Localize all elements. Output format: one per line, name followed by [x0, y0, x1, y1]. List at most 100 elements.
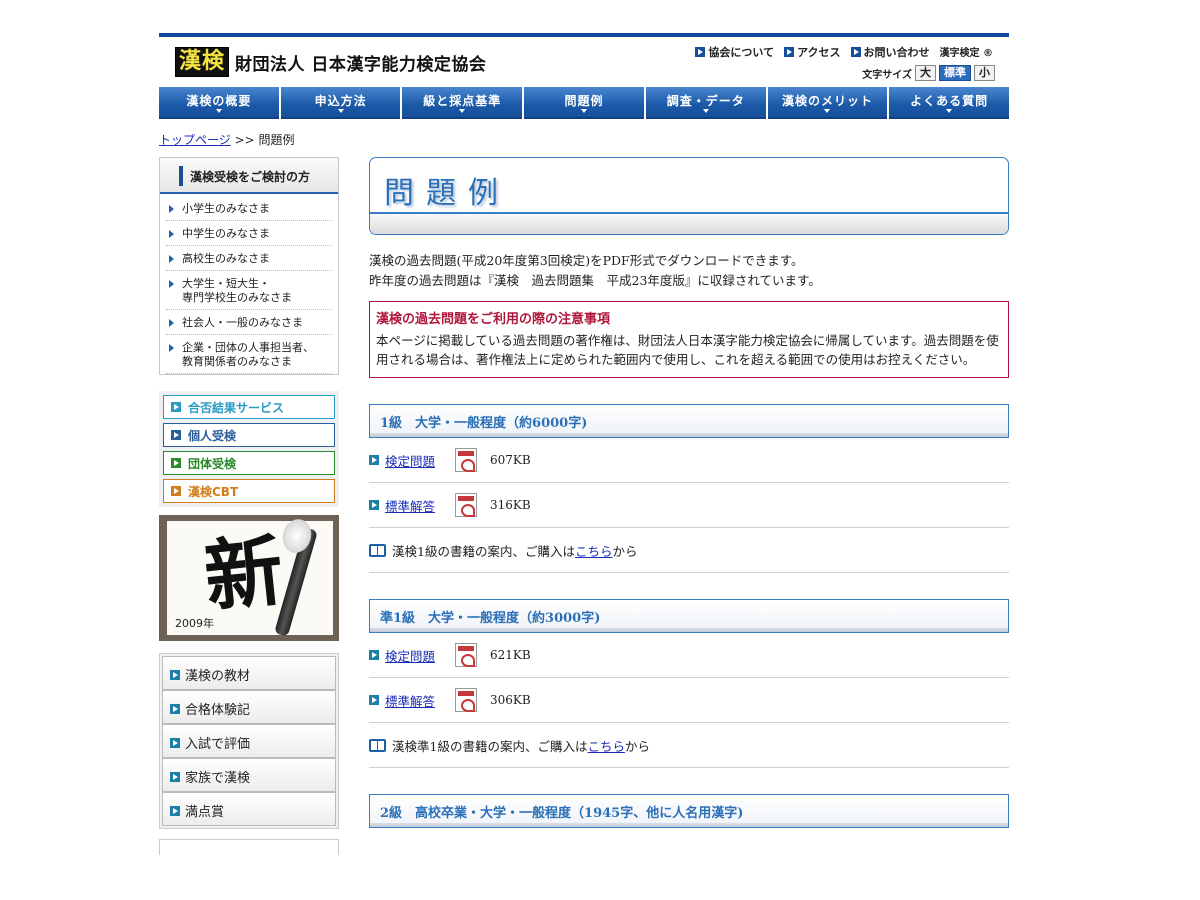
nav-overview[interactable]: 漢検の概要	[159, 87, 279, 119]
exam-questions-link[interactable]: 検定問題	[385, 451, 435, 470]
header-link-access[interactable]: アクセス	[784, 44, 841, 60]
book-text-suffix: から	[624, 738, 650, 754]
nav-research-data[interactable]: 調査・データ	[645, 87, 766, 119]
intro-text: 漢検の過去問題(平成20年度第3回検定)をPDF形式でダウンロードできます。 昨…	[369, 251, 1009, 291]
header-links: 協会について アクセス お問い合わせ 漢字検定 ®	[695, 44, 993, 60]
standard-answers-link[interactable]: 標準解答	[385, 496, 435, 515]
page-title-box: 問題例	[369, 157, 1009, 235]
kanji-of-year-photo[interactable]: 新 2009年	[159, 515, 339, 641]
breadcrumb: トップページ >> 問題例	[159, 131, 1009, 147]
photo-year: 2009年	[175, 617, 214, 630]
book-text: 漢検1級の書籍の案内、ご購入は	[392, 543, 575, 559]
nav-faq[interactable]: よくある質問	[889, 87, 1010, 119]
exam-questions-link[interactable]: 検定問題	[385, 646, 435, 665]
file-size: 316KB	[490, 498, 531, 512]
header-link-about[interactable]: 協会について	[695, 44, 774, 60]
font-size-large-button[interactable]: 大	[915, 65, 936, 81]
breadcrumb-current: 問題例	[258, 133, 295, 147]
page-title: 問題例	[384, 176, 510, 211]
photo-kanji: 新	[200, 525, 288, 624]
level-section-1: 1級 大学・一般程度（約6000字) 検定問題 607KB 標準解答 316KB…	[369, 404, 1009, 573]
sidebar-link-family[interactable]: 家族で漢検	[162, 758, 336, 792]
file-row: 検定問題 607KB	[369, 438, 1009, 483]
kanken-registered-mark: 漢字検定 ®	[939, 48, 993, 59]
pdf-icon[interactable]	[455, 643, 478, 667]
kanken-cbt-button[interactable]: 漢検CBT	[163, 479, 335, 503]
header-link-contact[interactable]: お問い合わせ	[850, 44, 930, 60]
nav-levels[interactable]: 級と採点基準	[402, 87, 523, 119]
level-heading: 1級 大学・一般程度（約6000字)	[369, 404, 1009, 438]
file-row: 標準解答 306KB	[369, 678, 1009, 723]
arrow-icon	[850, 47, 861, 57]
arrow-icon	[369, 650, 379, 660]
pdf-icon[interactable]	[455, 448, 478, 472]
breadcrumb-separator: >>	[234, 133, 255, 147]
site-header: 漢検 財団法人 日本漢字能力検定協会 協会について アクセス お問い合わせ 漢字…	[159, 33, 1009, 87]
book-row: 漢検1級の書籍の案内、ご購入は こちら から	[369, 528, 1009, 573]
pdf-icon[interactable]	[455, 688, 478, 712]
title-band	[370, 212, 1008, 234]
usage-notice-body: 本ページに掲載している過去問題の著作権は、財団法人日本漢字能力検定協会に帰属して…	[376, 333, 999, 367]
sidebar-title: 漢検受検をご検討の方	[160, 158, 338, 194]
file-row: 検定問題 621KB	[369, 633, 1009, 678]
level-heading: 2級 高校卒業・大学・一般程度（1945字、他に人名用漢字)	[369, 794, 1009, 828]
nav-sample-questions[interactable]: 問題例	[524, 87, 644, 119]
sidebar-bottom-box	[159, 839, 339, 855]
service-buttons: 合否結果サービス 個人受検 団体受検 漢検CBT	[159, 391, 339, 507]
sidebar-item-university[interactable]: 大学生・短大生・ 専門学校生のみなさま	[166, 271, 332, 310]
content-columns: 漢検受検をご検討の方 小学生のみなさま 中学生のみなさま 高校生のみなさま 大学…	[159, 157, 1009, 855]
nav-application[interactable]: 申込方法	[280, 87, 401, 119]
file-size: 607KB	[490, 453, 531, 467]
sidebar-link-perfect-score[interactable]: 満点賞	[162, 792, 336, 826]
sidebar-audience-list: 小学生のみなさま 中学生のみなさま 高校生のみなさま 大学生・短大生・ 専門学校…	[160, 194, 338, 374]
sidebar-link-materials[interactable]: 漢検の教材	[162, 656, 336, 690]
page: 漢検 財団法人 日本漢字能力検定協会 協会について アクセス お問い合わせ 漢字…	[159, 33, 1010, 855]
standard-answers-link[interactable]: 標準解答	[385, 691, 435, 710]
book-icon	[369, 738, 386, 752]
level-heading: 準1級 大学・一般程度（約3000字)	[369, 599, 1009, 633]
arrow-icon	[695, 47, 706, 57]
sidebar-link-entrance-exams[interactable]: 入試で評価	[162, 724, 336, 758]
sidebar-item-high-school[interactable]: 高校生のみなさま	[166, 246, 332, 271]
pdf-icon[interactable]	[455, 493, 478, 517]
font-size-standard-button[interactable]: 標準	[939, 65, 971, 81]
intro-line-1: 漢検の過去問題(平成20年度第3回検定)をPDF形式でダウンロードできます。	[369, 253, 804, 268]
book-text-suffix: から	[612, 543, 638, 559]
intro-line-2: 昨年度の過去問題は『漢検 過去問題集 平成23年度版』に収録されています。	[369, 273, 821, 288]
org-name: 財団法人 日本漢字能力検定協会	[235, 54, 487, 75]
level-section-pre1: 準1級 大学・一般程度（約3000字) 検定問題 621KB 標準解答 306K…	[369, 599, 1009, 768]
sidebar-item-companies[interactable]: 企業・団体の人事担当者、 教育関係者のみなさま	[166, 335, 332, 374]
sidebar-secondary-links: 漢検の教材 合格体験記 入試で評価 家族で漢検 満点賞	[159, 653, 339, 829]
sidebar-link-testimonials[interactable]: 合格体験記	[162, 690, 336, 724]
arrow-icon	[369, 695, 379, 705]
file-size: 621KB	[490, 648, 531, 662]
book-text: 漢検準1級の書籍の案内、ご購入は	[392, 738, 588, 754]
sidebar-item-elementary[interactable]: 小学生のみなさま	[166, 196, 332, 221]
main-content: 問題例 漢検の過去問題(平成20年度第3回検定)をPDF形式でダウンロードできま…	[369, 157, 1009, 855]
global-nav: 漢検の概要 申込方法 級と採点基準 問題例 調査・データ 漢検のメリット よくあ…	[159, 87, 1010, 119]
nav-merits[interactable]: 漢検のメリット	[767, 87, 888, 119]
result-service-button[interactable]: 合否結果サービス	[163, 395, 335, 419]
book-purchase-link[interactable]: こちら	[575, 541, 613, 560]
book-icon	[369, 543, 386, 557]
arrow-icon	[369, 500, 379, 510]
sidebar-item-adults[interactable]: 社会人・一般のみなさま	[166, 310, 332, 335]
sidebar-item-junior-high[interactable]: 中学生のみなさま	[166, 221, 332, 246]
font-size-small-button[interactable]: 小	[974, 65, 995, 81]
individual-exam-button[interactable]: 個人受検	[163, 423, 335, 447]
file-size: 306KB	[490, 693, 531, 707]
usage-notice-title: 漢検の過去問題をご利用の際の注意事項	[376, 312, 611, 327]
book-purchase-link[interactable]: こちら	[587, 736, 625, 755]
site-logo[interactable]: 漢検 財団法人 日本漢字能力検定協会	[175, 47, 486, 77]
usage-notice: 漢検の過去問題をご利用の際の注意事項 本ページに掲載している過去問題の著作権は、…	[369, 301, 1009, 378]
sidebar: 漢検受検をご検討の方 小学生のみなさま 中学生のみなさま 高校生のみなさま 大学…	[159, 157, 339, 855]
arrow-icon	[369, 455, 379, 465]
level-section-2: 2級 高校卒業・大学・一般程度（1945字、他に人名用漢字)	[369, 794, 1009, 828]
breadcrumb-home-link[interactable]: トップページ	[159, 133, 231, 147]
group-exam-button[interactable]: 団体受検	[163, 451, 335, 475]
file-row: 標準解答 316KB	[369, 483, 1009, 528]
font-size-label: 文字サイズ	[862, 69, 912, 81]
sidebar-audience-box: 漢検受検をご検討の方 小学生のみなさま 中学生のみなさま 高校生のみなさま 大学…	[159, 157, 339, 375]
arrow-icon	[784, 47, 795, 57]
book-row: 漢検準1級の書籍の案内、ご購入は こちら から	[369, 723, 1009, 768]
